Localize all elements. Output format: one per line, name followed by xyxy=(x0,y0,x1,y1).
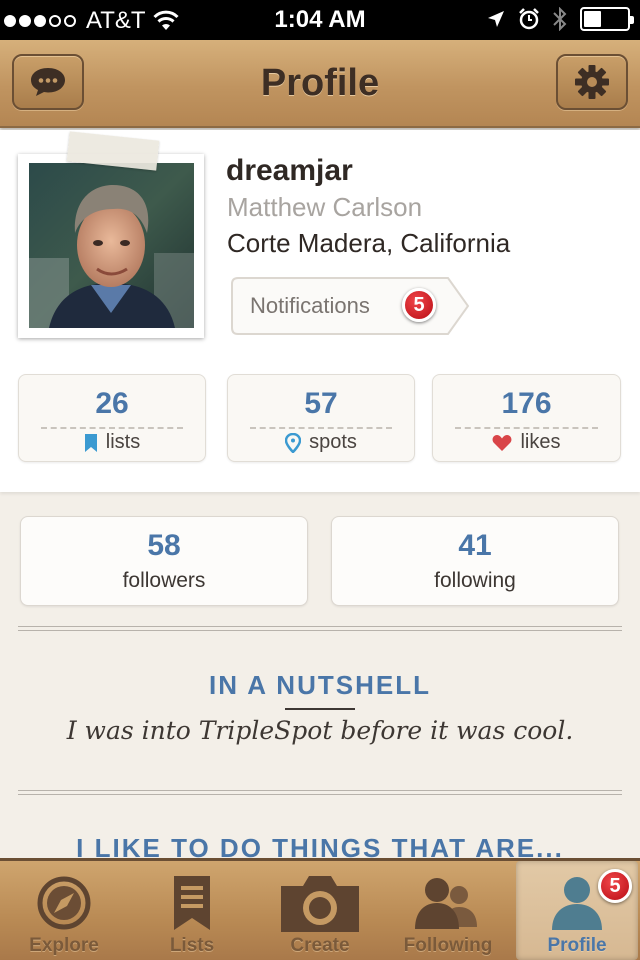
map-pin-icon xyxy=(285,432,302,453)
signal-strength-icon xyxy=(4,15,76,27)
status-bar: AT&T 1:04 AM xyxy=(0,0,640,40)
section-divider xyxy=(18,790,622,795)
followers-count: 58 xyxy=(147,529,181,562)
compass-icon xyxy=(37,876,91,930)
stat-label: spots xyxy=(309,431,357,453)
tab-following[interactable]: Following xyxy=(384,861,512,960)
stat-lists[interactable]: 26 lists xyxy=(18,374,206,462)
tab-profile[interactable]: Profile 5 xyxy=(516,861,638,960)
heart-icon xyxy=(493,434,512,451)
settings-button[interactable] xyxy=(556,54,628,110)
bluetooth-icon xyxy=(553,7,567,31)
followers-card[interactable]: 58 followers xyxy=(20,516,308,606)
stat-label: likes xyxy=(520,431,561,453)
bookmark-icon xyxy=(84,433,97,452)
tab-label: Create xyxy=(290,935,350,956)
people-icon xyxy=(415,878,477,929)
stat-count: 176 xyxy=(501,387,552,420)
section-divider xyxy=(18,626,622,631)
notifications-badge: 5 xyxy=(402,288,436,322)
tab-lists[interactable]: Lists xyxy=(128,861,256,960)
full-name: Matthew Carlson xyxy=(227,192,423,222)
stat-spots[interactable]: 57 spots xyxy=(227,374,415,462)
nutshell-text: I was into TripleSpot before it was cool… xyxy=(66,716,574,745)
profile-photo xyxy=(29,163,194,328)
tab-explore[interactable]: Explore xyxy=(0,861,128,960)
followers-label: followers xyxy=(122,569,206,592)
gear-icon xyxy=(575,65,609,99)
username: dreamjar xyxy=(226,154,353,187)
location-arrow-icon xyxy=(488,11,504,27)
camera-icon xyxy=(281,876,359,932)
profile-card: dreamjar Matthew Carlson Corte Madera, C… xyxy=(0,130,640,492)
stat-count: 26 xyxy=(95,387,129,420)
following-label: following xyxy=(434,569,516,592)
wifi-icon xyxy=(152,10,179,30)
location: Corte Madera, California xyxy=(227,228,511,258)
profile-tab-badge: 5 xyxy=(598,869,632,903)
battery-icon xyxy=(580,7,634,31)
alarm-icon xyxy=(519,8,539,30)
stat-count: 57 xyxy=(304,387,338,420)
tab-label: Lists xyxy=(169,935,215,956)
following-card[interactable]: 41 following xyxy=(331,516,619,606)
tab-label: Explore xyxy=(29,935,99,956)
tab-label: Profile xyxy=(547,935,607,956)
tab-label: Following xyxy=(403,935,493,956)
tab-bar: Explore Lists Create Following Profile 5 xyxy=(0,858,640,960)
nav-bar: Profile xyxy=(0,40,640,128)
carrier-name: AT&T xyxy=(86,7,146,34)
nutshell-title: IN A NUTSHELL xyxy=(209,670,431,700)
title-underline xyxy=(285,708,355,710)
stat-likes[interactable]: 176 likes xyxy=(432,374,621,462)
page-title: Profile xyxy=(260,62,380,104)
stat-label: lists xyxy=(105,431,141,453)
following-count: 41 xyxy=(458,529,492,562)
notifications-button[interactable]: Notifications 5 xyxy=(230,276,470,336)
tab-create[interactable]: Create xyxy=(256,861,384,960)
avatar[interactable] xyxy=(18,131,204,338)
list-ribbon-icon xyxy=(174,876,210,930)
notifications-label: Notifications xyxy=(250,293,370,318)
